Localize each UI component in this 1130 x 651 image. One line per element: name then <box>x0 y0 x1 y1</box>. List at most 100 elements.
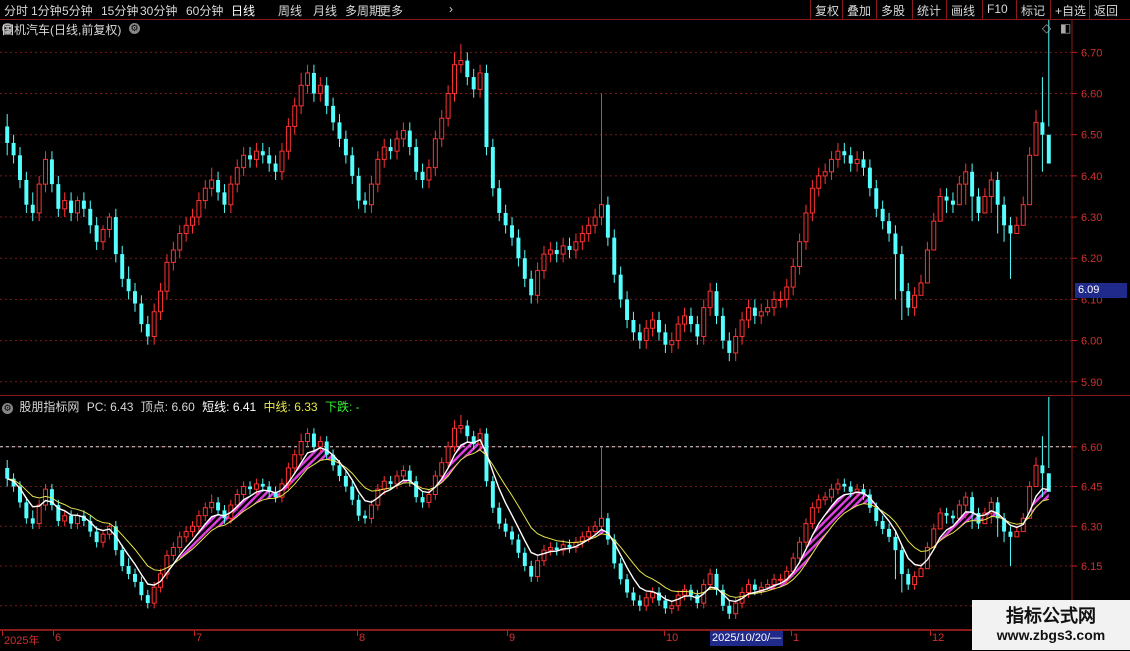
time-label-8: 8 <box>359 632 366 644</box>
candle-up-body <box>36 183 42 214</box>
indicator-candle-up-body <box>650 592 656 599</box>
toolbar-button-0[interactable]: 复权 <box>815 2 839 19</box>
candle-up-body <box>931 220 937 251</box>
chevron-right-icon[interactable]: › <box>449 2 453 16</box>
indicator-candle-down-body <box>356 499 361 516</box>
indicator-candle-down-body <box>970 497 975 514</box>
toolbar-button-3[interactable]: 统计 <box>917 2 941 19</box>
period-tab-2[interactable]: 5分钟 <box>62 2 93 19</box>
toolbar-button-8[interactable]: 返回 <box>1094 2 1118 19</box>
toolbar-button-1[interactable]: 叠加 <box>847 2 871 19</box>
candle-up-body <box>285 125 291 152</box>
candle-down-body <box>887 221 892 234</box>
period-tab-8[interactable]: 月线 <box>313 2 337 19</box>
indicator-candle-up-body <box>643 597 649 607</box>
toolbar-button-7[interactable]: +自选 <box>1055 2 1086 19</box>
candle-up-body <box>963 171 969 185</box>
candle-up-body <box>62 200 68 210</box>
period-toolbar: 分时 1分钟 5分钟 15分钟 30分钟 60分钟 日线 周线 月线 多周期 更多 › 复权 叠加 多股 统计… <box>0 0 1130 20</box>
indicator-candle-down-body <box>529 566 534 577</box>
candle-down-body <box>688 315 693 325</box>
time-label-9: 9 <box>509 632 516 644</box>
candle-down-body <box>1002 204 1007 226</box>
toolbar-button-5[interactable]: F10 <box>987 2 1008 16</box>
candle-down-body <box>663 332 668 345</box>
period-tab-3[interactable]: 15分钟 <box>101 2 138 19</box>
period-tab-1[interactable]: 1分钟 <box>31 2 62 19</box>
candle-down-body <box>407 130 412 148</box>
indicator-candle-up-body <box>368 504 374 519</box>
time-tick <box>357 631 358 636</box>
candle-down-body <box>695 324 700 337</box>
period-tab-0[interactable]: 分时 <box>4 2 28 19</box>
indicator-candle-down-body <box>420 497 425 503</box>
candle-down-body <box>113 217 118 255</box>
indicator-settings-icon[interactable]: ⚙ <box>2 403 13 414</box>
candle-down-body <box>49 159 54 185</box>
candle-up-body <box>445 93 451 119</box>
candle-down-body <box>248 155 253 160</box>
period-tab-9[interactable]: 多周期 <box>345 2 381 19</box>
candle-up-body <box>579 233 585 243</box>
candle-up-body <box>292 105 298 127</box>
top-label: 顶点: <box>140 400 169 414</box>
price-axis-label: 6.60 <box>1081 442 1102 454</box>
price-axis-label: 6.30 <box>1081 521 1102 533</box>
toolbar-button-6[interactable]: 标记 <box>1021 2 1045 19</box>
main-candle-chart[interactable]: 6.706.606.506.406.306.206.106.005.90 <box>0 20 1130 396</box>
indicator-candle-down-body <box>906 573 911 585</box>
period-tab-4[interactable]: 30分钟 <box>140 2 177 19</box>
chart-title-settings-icon[interactable]: ⚙ <box>129 23 140 34</box>
indicator-candle-up-body <box>745 584 751 594</box>
indicator-candle-up-body <box>535 560 541 578</box>
indicator-candle-up-body <box>426 493 432 503</box>
indicator-chart[interactable]: 6.606.456.306.156.00 <box>0 397 1130 630</box>
candle-up-body <box>829 158 835 173</box>
period-tab-10[interactable]: 更多 <box>379 2 403 19</box>
indicator-candle-down-body <box>120 550 125 567</box>
indicator-candle-up-body <box>36 504 42 525</box>
candle-up-body <box>809 187 815 214</box>
time-label-2025: 2025年 <box>4 635 40 647</box>
candle-down-body <box>311 72 316 94</box>
indicator-candle-down-body <box>69 515 74 524</box>
candle-down-body <box>133 291 137 304</box>
candle-down-body <box>216 180 221 193</box>
indicator-candle-down-body <box>503 523 508 532</box>
indicator-candle-up-body <box>305 433 311 442</box>
period-tab-7[interactable]: 周线 <box>278 2 302 19</box>
time-tick <box>53 631 54 636</box>
indicator-candle-up-body <box>452 427 457 448</box>
short-value: 6.41 <box>232 400 257 414</box>
indicator-candle-down-body <box>1040 465 1045 474</box>
toolbar-button-4[interactable]: 画线 <box>951 2 975 19</box>
candle-up-body <box>535 270 541 296</box>
indicator-candle-up-body <box>253 483 259 490</box>
candle-down-body <box>510 225 515 238</box>
candle-down-body <box>880 208 885 222</box>
candle-down-body <box>893 233 898 255</box>
indicator-candle-up-body <box>241 486 247 495</box>
indicator-candle-up-body <box>183 531 189 538</box>
indicator-candle-down-body <box>343 475 348 487</box>
candle-up-body <box>426 167 432 181</box>
candle-up-body <box>106 216 112 230</box>
indicator-candle-up-body <box>541 549 547 562</box>
candle-down-body <box>324 85 329 106</box>
indicator-candle-up-body <box>599 517 604 527</box>
indicator-candle-down-body <box>363 515 368 519</box>
toolbar-button-2[interactable]: 多股 <box>881 2 905 19</box>
period-tab-6[interactable]: 日线 <box>231 2 255 19</box>
indicator-candle-up-body <box>822 496 828 501</box>
indicator-candle-up-body <box>963 496 969 506</box>
candle-up-body <box>790 265 796 288</box>
panel-toggle-icon[interactable]: ◧ <box>1060 21 1071 35</box>
candle-down-body <box>516 237 521 259</box>
period-tab-5[interactable]: 60分钟 <box>186 2 223 19</box>
diamond-icon[interactable]: ◇ <box>1042 21 1051 35</box>
time-tick <box>194 631 195 636</box>
down-label: 下跌: <box>324 400 353 414</box>
candle-down-body <box>861 159 866 168</box>
candle-up-body <box>400 130 406 140</box>
candle-down-body <box>145 324 150 337</box>
